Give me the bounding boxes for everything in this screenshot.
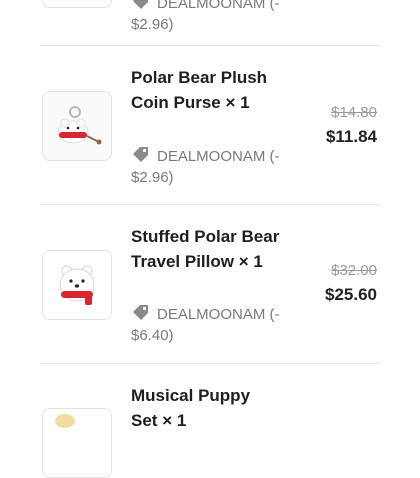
musical-puppy-set-icon [43,409,111,477]
product-thumbnail[interactable] [42,0,112,8]
coupon-line: DEALMOONAM (- $6.40) [131,303,311,346]
coupon-tag-icon [133,147,148,162]
product-quantity: × 1 [225,93,250,112]
product-name-line1: Polar Bear Plush [131,68,268,87]
original-price: $14.80 [331,104,377,121]
item-divider [40,45,380,46]
sale-price: $25.60 [325,285,377,304]
original-price: $32.00 [331,262,377,279]
polar-bear-coin-purse-icon [43,92,111,160]
product-quantity: × 1 [162,411,187,430]
product-name-line1: Stuffed Polar Bear [131,227,280,246]
coupon-code: DEALMOONAM (- [157,0,280,12]
product-title[interactable]: Stuffed Polar Bear Travel Pillow × 1 [131,224,311,274]
product-title[interactable]: Musical Puppy Set × 1 [131,383,311,433]
product-name-line2: Coin Purse [131,93,221,112]
item-divider [40,363,380,364]
product-name-line2: Travel Pillow [131,252,234,271]
coupon-amount: $6.40) [131,327,174,344]
product-quantity: × 1 [238,252,263,271]
item-divider [40,204,380,205]
product-name-line2: Set [131,411,158,430]
product-title[interactable]: Polar Bear Plush Coin Purse × 1 [131,65,311,115]
coupon-tag-icon [133,305,148,320]
coupon-line: DEALMOONAM (- $2.96) [131,0,311,35]
coupon-line: DEALMOONAM (- $2.96) [131,145,311,188]
coupon-code: DEALMOONAM (- [157,306,280,323]
coupon-amount: $2.96) [131,169,174,186]
product-thumbnail[interactable] [42,250,112,320]
polar-bear-pillow-icon [43,251,111,319]
product-thumbnail[interactable] [42,91,112,161]
product-thumbnail[interactable] [42,408,112,478]
coupon-tag-icon [133,0,148,9]
coupon-amount: $2.96) [131,16,174,33]
product-name-line1: Musical Puppy [131,386,251,405]
coupon-code: DEALMOONAM (- [157,148,280,165]
sale-price: $11.84 [325,127,377,146]
